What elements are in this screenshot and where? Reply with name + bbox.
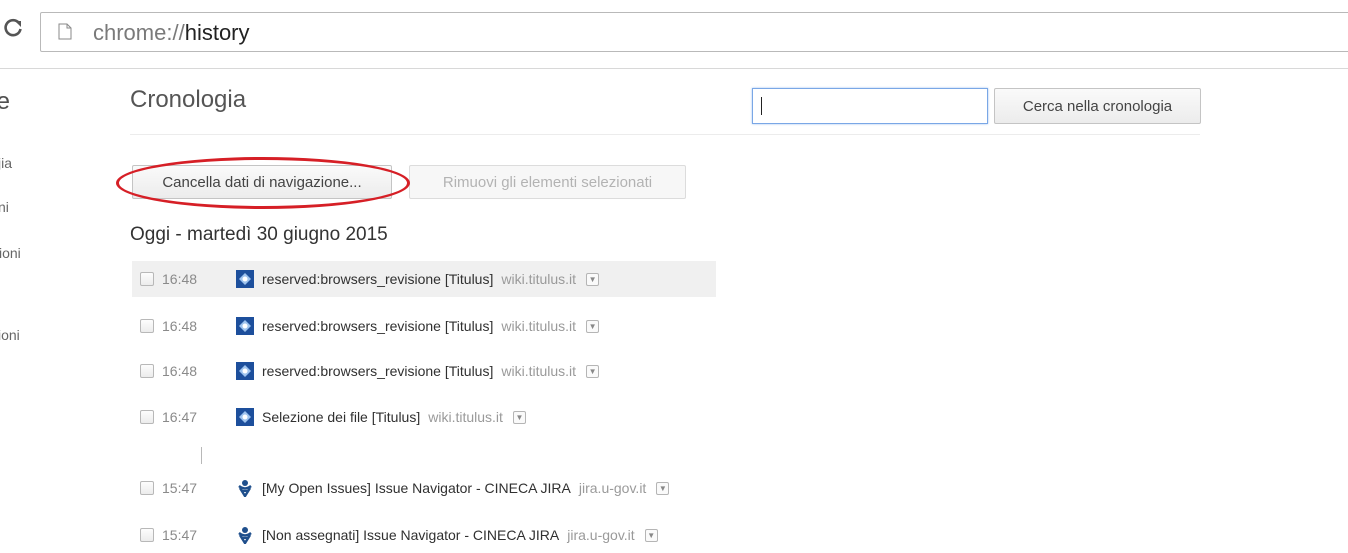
jira-icon: [236, 479, 254, 497]
remove-selected-button[interactable]: Rimuovi gli elementi selezionati: [409, 165, 686, 199]
chevron-down-icon[interactable]: ▼: [586, 319, 600, 333]
search-input[interactable]: [752, 88, 988, 124]
time-gap-divider: [201, 447, 202, 464]
titulus-icon: [236, 408, 254, 426]
entry-time: 15:47: [162, 480, 198, 496]
sidebar-item-settings[interactable]: cioni: [0, 245, 21, 261]
titulus-icon: [236, 317, 254, 335]
entry-title[interactable]: reserved:browsers_revisione [Titulus]: [262, 363, 493, 379]
entry-time: 16:48: [162, 271, 198, 287]
history-entry[interactable]: 15:47 [My Open Issues] Issue Navigator -…: [132, 470, 670, 506]
entry-time: 16:48: [162, 363, 198, 379]
entry-checkbox[interactable]: [140, 481, 154, 495]
omnibox[interactable]: chrome://history: [40, 12, 1348, 52]
entry-domain: wiki.titulus.it: [428, 409, 503, 425]
sidebar-item-history[interactable]: jia: [0, 155, 12, 171]
chevron-down-icon[interactable]: ▼: [656, 481, 670, 495]
url-scheme: chrome://: [93, 20, 185, 45]
entry-time: 16:48: [162, 318, 198, 334]
search-button[interactable]: Cerca nella cronologia: [994, 88, 1201, 124]
titulus-icon: [236, 270, 254, 288]
header-divider: [130, 134, 1200, 135]
entry-time: 16:47: [162, 409, 198, 425]
entry-checkbox[interactable]: [140, 272, 154, 286]
history-entry[interactable]: 16:48 reserved:browsers_revisione [Titul…: [132, 261, 716, 297]
url-text: chrome://history: [93, 20, 250, 46]
history-entry[interactable]: 15:47 [Non assegnati] Issue Navigator - …: [132, 517, 658, 553]
entry-domain: jira.u-gov.it: [578, 480, 647, 496]
entry-domain: wiki.titulus.it: [501, 363, 577, 379]
entry-domain: wiki.titulus.it: [501, 271, 577, 287]
sidebar-item-extensions[interactable]: ni: [0, 199, 9, 215]
entry-checkbox[interactable]: [140, 410, 154, 424]
entry-title[interactable]: reserved:browsers_revisione [Titulus]: [262, 271, 493, 287]
entry-title[interactable]: [Non assegnati] Issue Navigator - CINECA…: [262, 527, 559, 543]
url-host: history: [184, 20, 250, 45]
history-entry[interactable]: 16:48 reserved:browsers_revisione [Titul…: [132, 308, 600, 344]
text-caret: [761, 97, 762, 115]
entry-checkbox[interactable]: [140, 364, 154, 378]
chevron-down-icon[interactable]: ▼: [644, 528, 658, 542]
browser-toolbar: chrome://history: [0, 0, 1348, 69]
history-entry[interactable]: 16:47 Selezione dei file [Titulus] wiki.…: [132, 399, 526, 435]
history-entry[interactable]: 16:48 reserved:browsers_revisione [Titul…: [132, 353, 600, 389]
reload-icon[interactable]: [0, 15, 32, 49]
entry-time: 15:47: [162, 527, 198, 543]
page-title: Cronologia: [130, 86, 247, 113]
chevron-down-icon[interactable]: ▼: [586, 364, 600, 378]
entry-checkbox[interactable]: [140, 528, 154, 542]
page-icon: [58, 23, 72, 40]
entry-title[interactable]: [My Open Issues] Issue Navigator - CINEC…: [262, 480, 571, 496]
titulus-icon: [236, 362, 254, 380]
jira-icon: [236, 526, 254, 544]
entry-domain: jira.u-gov.it: [567, 527, 635, 543]
day-header: Oggi - martedì 30 giugno 2015: [130, 224, 388, 245]
entry-domain: wiki.titulus.it: [501, 318, 577, 334]
sidebar-item-info[interactable]: ioni: [0, 327, 20, 343]
entry-title[interactable]: reserved:browsers_revisione [Titulus]: [262, 318, 493, 334]
clear-browsing-data-button[interactable]: Cancella dati di navigazione...: [132, 165, 392, 199]
entry-checkbox[interactable]: [140, 319, 154, 333]
sidebar-title: ıe: [0, 88, 11, 115]
entry-title[interactable]: Selezione dei file [Titulus]: [262, 409, 420, 425]
chevron-down-icon[interactable]: ▼: [586, 272, 600, 286]
chevron-down-icon[interactable]: ▼: [512, 410, 526, 424]
